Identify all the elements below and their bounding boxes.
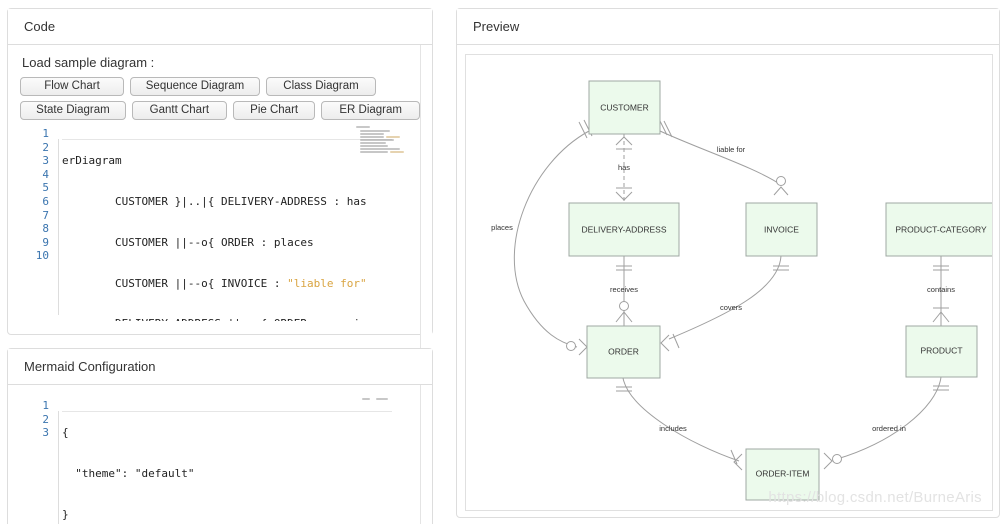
config-editor-gutter: 1 2 3 — [20, 397, 54, 524]
relationship-has: has — [615, 134, 633, 203]
line-number: 10 — [35, 249, 49, 263]
code-string-literal: "liable for" — [287, 276, 367, 290]
line-number: 8 — [42, 222, 49, 236]
code-line: CUSTOMER ||--o{ INVOICE : "liable for" — [62, 277, 422, 291]
entity-delivery-address[interactable]: DELIVERY-ADDRESS — [568, 202, 680, 257]
class-diagram-button[interactable]: Class Diagram — [266, 77, 376, 96]
config-line: } — [62, 507, 69, 521]
mermaid-configuration-panel: Mermaid Configuration 1 2 3 { "theme": "… — [7, 348, 433, 524]
code-line: CUSTOMER }|..|{ DELIVERY-ADDRESS : has — [62, 194, 367, 208]
line-number: 2 — [42, 140, 49, 154]
entity-label: DELIVERY-ADDRESS — [581, 224, 666, 234]
gutter-divider — [58, 139, 59, 315]
gutter-divider — [58, 411, 59, 524]
relationship-label: places — [491, 223, 513, 232]
sample-buttons-row-1: Flow Chart Sequence Diagram Class Diagra… — [20, 77, 420, 96]
config-panel-body: 1 2 3 { "theme": "default" } — [8, 385, 432, 524]
load-sample-label: Load sample diagram : — [22, 55, 155, 70]
entity-product-category[interactable]: PRODUCT-CATEGORY — [885, 202, 993, 257]
entity-invoice[interactable]: INVOICE — [745, 202, 818, 257]
relationship-label: ordered in — [872, 424, 906, 433]
relationship-label: liable for — [717, 145, 746, 154]
app-root: Code Load sample diagram : Flow Chart Se… — [0, 0, 1006, 524]
relationship-includes: includes — [616, 377, 743, 471]
entity-label: PRODUCT-CATEGORY — [895, 224, 987, 234]
relationship-label: contains — [927, 285, 955, 294]
sequence-diagram-button[interactable]: Sequence Diagram — [130, 77, 260, 96]
entity-label: ORDER-ITEM — [756, 468, 810, 478]
code-line: erDiagram — [62, 154, 122, 168]
config-text[interactable]: { "theme": "default" } — [62, 399, 422, 524]
code-text[interactable]: erDiagram CUSTOMER }|..|{ DELIVERY-ADDRE… — [62, 127, 422, 321]
relationship-contains: contains — [927, 256, 955, 326]
code-editor-scrollbar[interactable] — [420, 45, 432, 372]
line-number: 6 — [42, 194, 49, 208]
relationship-label: has — [618, 163, 630, 172]
entity-label: CUSTOMER — [600, 102, 649, 112]
watermark-text: https://blog.csdn.net/BurneAris — [768, 489, 982, 506]
code-line: DELIVERY-ADDRESS ||--o{ ORDER : receives — [62, 317, 422, 321]
relationship-ordered-in: ordered in — [823, 376, 949, 470]
er-diagram-canvas[interactable]: has places liable for receives covers co… — [465, 54, 993, 511]
line-number: 1 — [42, 399, 49, 412]
line-number: 9 — [42, 235, 49, 249]
config-line: "theme": "default" — [62, 466, 195, 480]
code-panel-body: Load sample diagram : Flow Chart Sequenc… — [8, 45, 432, 372]
preview-panel: Preview has places liable for receives c… — [456, 8, 1000, 518]
line-number: 7 — [42, 208, 49, 222]
preview-panel-title: Preview — [457, 9, 999, 45]
line-number: 3 — [42, 154, 49, 168]
config-panel-title: Mermaid Configuration — [8, 349, 432, 385]
pie-chart-button[interactable]: Pie Chart — [232, 101, 316, 120]
line-number: 4 — [42, 167, 49, 181]
code-editor[interactable]: 1 2 3 4 5 6 7 8 9 10 erDiagram CUSTOMER … — [20, 125, 422, 321]
config-editor[interactable]: 1 2 3 { "theme": "default" } — [20, 397, 422, 524]
entity-label: ORDER — [608, 346, 639, 356]
line-number: 3 — [42, 426, 49, 440]
entity-product[interactable]: PRODUCT — [905, 325, 978, 378]
code-panel: Code Load sample diagram : Flow Chart Se… — [7, 8, 433, 372]
entity-customer[interactable]: CUSTOMER — [588, 80, 661, 135]
sample-buttons-row-2: State Diagram Gantt Chart Pie Chart ER D… — [20, 101, 420, 120]
config-editor-scrollbar[interactable] — [420, 385, 432, 524]
flow-chart-button[interactable]: Flow Chart — [20, 77, 124, 96]
er-diagram-button[interactable]: ER Diagram — [321, 101, 420, 120]
entity-order[interactable]: ORDER — [586, 325, 661, 379]
er-diagram-svg: has places liable for receives covers co… — [491, 80, 993, 501]
code-panel-title: Code — [8, 9, 432, 45]
entity-label: PRODUCT — [920, 345, 962, 355]
line-number: 2 — [42, 412, 49, 426]
code-editor-gutter: 1 2 3 4 5 6 7 8 9 10 — [20, 125, 54, 321]
line-number: 1 — [42, 127, 49, 140]
code-line: CUSTOMER ||--o{ ORDER : places — [62, 235, 314, 249]
relationship-receives: receives — [610, 256, 638, 326]
relationship-label: covers — [720, 303, 742, 312]
config-line: { — [62, 426, 69, 440]
relationship-label: includes — [659, 424, 687, 433]
gantt-chart-button[interactable]: Gantt Chart — [131, 101, 227, 120]
relationship-liable-for: liable for — [658, 118, 789, 196]
relationship-covers: covers — [660, 255, 789, 352]
entity-label: INVOICE — [764, 224, 799, 234]
line-number: 5 — [42, 181, 49, 195]
code-line-text: CUSTOMER ||--o{ INVOICE : — [62, 276, 288, 290]
relationship-label: receives — [610, 285, 638, 294]
state-diagram-button[interactable]: State Diagram — [20, 101, 126, 120]
